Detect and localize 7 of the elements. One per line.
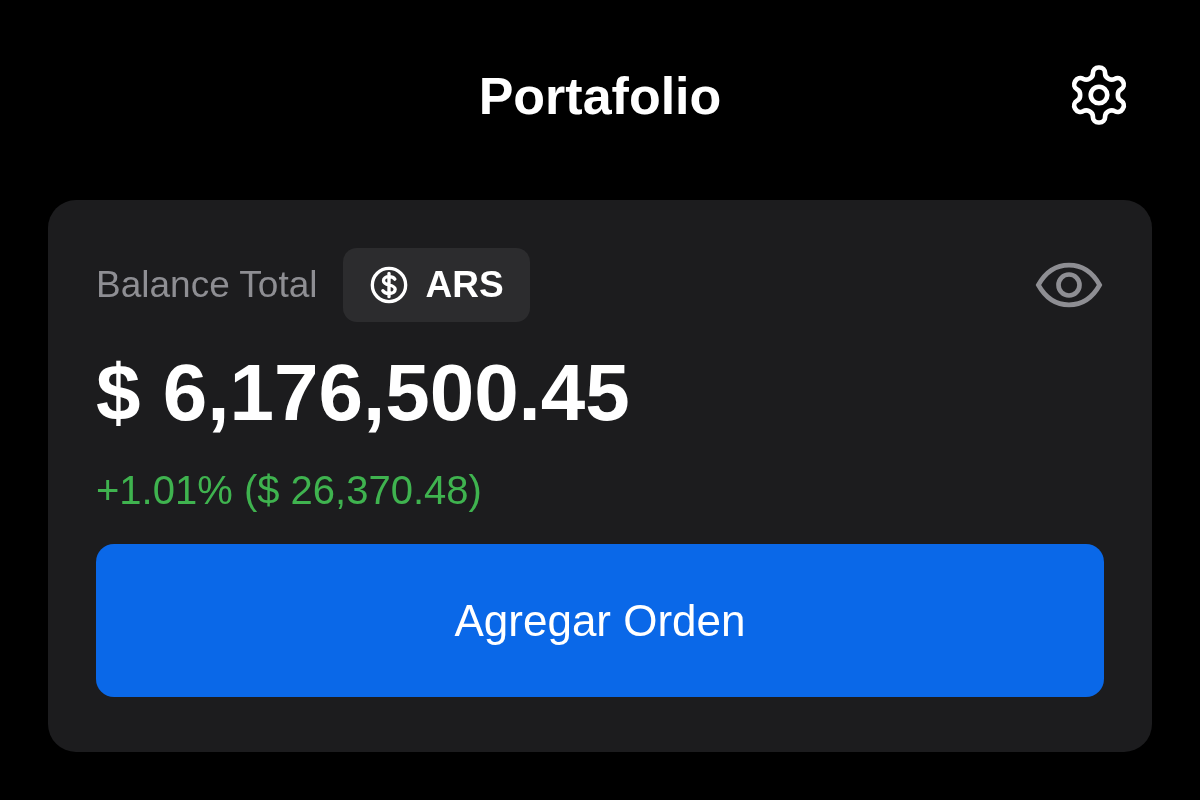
page-title: Portafolio bbox=[478, 66, 722, 126]
balance-label: Balance Total bbox=[96, 264, 318, 306]
balance-change: +1.01% ($ 26,370.48) bbox=[96, 467, 483, 514]
add-order-button[interactable]: Agregar Orden bbox=[96, 544, 1104, 697]
dollar-icon bbox=[369, 265, 410, 305]
currency-selector[interactable]: ARS bbox=[343, 248, 530, 322]
balance-amount: $ 6,176,500.45 bbox=[96, 347, 631, 439]
